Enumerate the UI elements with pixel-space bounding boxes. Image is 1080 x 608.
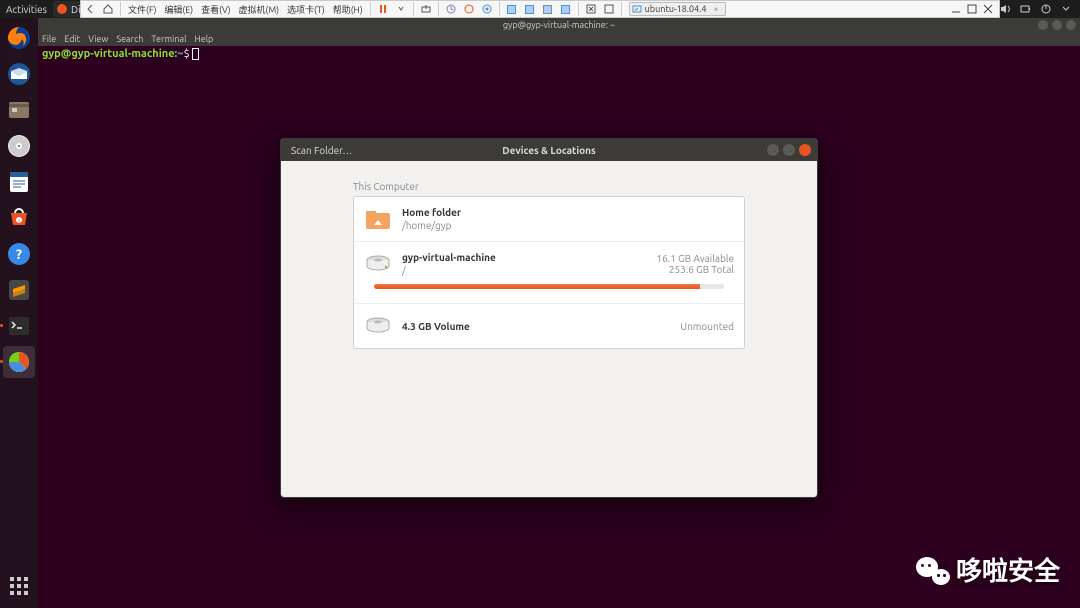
- device-row-volume[interactable]: 4.3 GB Volume Unmounted: [354, 304, 744, 348]
- vm-menu-edit[interactable]: 编辑(E): [164, 3, 193, 16]
- terminal-menu-edit[interactable]: Edit: [64, 34, 80, 44]
- device-total: 253.6 GB Total: [656, 264, 734, 275]
- scan-folder-button[interactable]: Scan Folder…: [281, 145, 352, 156]
- vm-fullscreen-icon[interactable]: [541, 2, 555, 16]
- disk-usage-icon: [57, 4, 67, 14]
- vm-max-icon[interactable]: [967, 4, 977, 14]
- vm-min-icon[interactable]: [951, 4, 961, 14]
- dock-firefox[interactable]: [3, 22, 35, 54]
- dialog-min-icon[interactable]: [767, 144, 779, 156]
- vm-stretch-icon[interactable]: [523, 2, 537, 16]
- device-path: /home/gyp: [402, 219, 734, 232]
- device-path: /: [402, 264, 656, 277]
- dock-thunderbird[interactable]: [3, 58, 35, 90]
- prompt-user: gyp@gyp-virtual-machine: [42, 48, 175, 60]
- device-name: gyp-virtual-machine: [402, 251, 656, 264]
- terminal-menubar: File Edit View Search Terminal Help: [38, 32, 1080, 46]
- volume-icon[interactable]: [1000, 3, 1012, 15]
- section-this-computer: This Computer: [353, 181, 745, 192]
- terminal-menu-terminal[interactable]: Terminal: [151, 34, 186, 44]
- dialog-title: Devices & Locations: [502, 145, 595, 156]
- watermark-text: 哆啦安全: [956, 551, 1060, 588]
- device-available: 16.1 GB Available: [656, 253, 734, 264]
- terminal-min-icon[interactable]: [1038, 20, 1048, 30]
- vm-home-icon[interactable]: [101, 2, 115, 16]
- dock-software[interactable]: A: [3, 202, 35, 234]
- dock-help[interactable]: ?: [3, 238, 35, 270]
- activities-button[interactable]: Activities: [6, 4, 47, 15]
- watermark: 哆啦安全: [916, 551, 1060, 588]
- dialog-max-icon[interactable]: [783, 144, 795, 156]
- terminal-menu-view[interactable]: View: [88, 34, 108, 44]
- vm-tab-close[interactable]: ×: [713, 4, 718, 14]
- terminal-titlebar[interactable]: gyp@gyp-virtual-machine: ~: [38, 18, 1080, 32]
- vm-tab-icon: [632, 4, 642, 14]
- dock-rhythmbox[interactable]: [3, 130, 35, 162]
- wechat-icon: [916, 555, 950, 585]
- dock-writer[interactable]: [3, 166, 35, 198]
- dock: A ?: [0, 18, 38, 608]
- svg-text:?: ?: [16, 246, 22, 262]
- device-row-root[interactable]: gyp-virtual-machine / 16.1 GB Available …: [354, 242, 744, 304]
- power-icon[interactable]: [1040, 3, 1052, 15]
- device-row-home[interactable]: Home folder /home/gyp: [354, 197, 744, 242]
- dialog-titlebar[interactable]: Scan Folder… Devices & Locations: [281, 139, 817, 161]
- device-name: 4.3 GB Volume: [402, 320, 680, 333]
- dock-disk-usage[interactable]: [3, 346, 35, 378]
- vm-menu-help[interactable]: 帮助(H): [333, 3, 363, 16]
- vm-tab[interactable]: ubuntu-18.04.4 ×: [629, 2, 726, 16]
- vm-view1-icon[interactable]: [584, 2, 598, 16]
- terminal-menu-search[interactable]: Search: [116, 34, 143, 44]
- hdd-icon: [364, 312, 392, 340]
- device-status: Unmounted: [680, 321, 734, 332]
- device-name: Home folder: [402, 206, 734, 219]
- terminal-menu-help[interactable]: Help: [194, 34, 213, 44]
- home-folder-icon: [364, 205, 392, 233]
- dialog-close-icon[interactable]: [799, 144, 811, 156]
- dock-files[interactable]: [3, 94, 35, 126]
- terminal-body[interactable]: gyp@gyp-virtual-machine:~$: [38, 46, 1080, 62]
- vm-fit-icon[interactable]: [505, 2, 519, 16]
- vm-unity-icon[interactable]: [559, 2, 573, 16]
- vm-menu-tabs[interactable]: 选项卡(T): [287, 3, 325, 16]
- terminal-menu-file[interactable]: File: [42, 34, 56, 44]
- disk-analyzer-window: Scan Folder… Devices & Locations This Co…: [280, 138, 818, 498]
- vm-menu-view[interactable]: 查看(V): [201, 3, 230, 16]
- vm-snapshot-icon[interactable]: [444, 2, 458, 16]
- vm-host-toolbar: 文件(F) 编辑(E) 查看(V) 虚拟机(M) 选项卡(T) 帮助(H) ub…: [80, 0, 1000, 18]
- vm-manage-icon[interactable]: [480, 2, 494, 16]
- vm-caret-icon[interactable]: [394, 2, 408, 16]
- terminal-title: gyp@gyp-virtual-machine: ~: [503, 20, 615, 30]
- vm-menu-vm[interactable]: 虚拟机(M): [239, 3, 280, 16]
- dock-terminal[interactable]: [3, 310, 35, 342]
- caret-down-icon[interactable]: [1060, 3, 1072, 15]
- vm-pause-icon[interactable]: [376, 2, 390, 16]
- vm-view2-icon[interactable]: [602, 2, 616, 16]
- dock-sublime[interactable]: [3, 274, 35, 306]
- terminal-close-icon[interactable]: [1066, 20, 1076, 30]
- vm-snapshot2-icon[interactable]: [462, 2, 476, 16]
- vm-back-icon[interactable]: [83, 2, 97, 16]
- hdd-icon: [364, 250, 392, 278]
- terminal-cursor: [192, 48, 199, 60]
- terminal-max-icon[interactable]: [1052, 20, 1062, 30]
- vm-menu-file[interactable]: 文件(F): [128, 3, 156, 16]
- device-list: Home folder /home/gyp gyp-virtual-machin…: [353, 196, 745, 349]
- vm-close-icon[interactable]: [983, 4, 993, 14]
- usage-bar: [374, 284, 724, 289]
- battery-icon[interactable]: [1020, 3, 1032, 15]
- vm-send-icon[interactable]: [419, 2, 433, 16]
- vm-tab-label: ubuntu-18.04.4: [645, 4, 707, 14]
- show-applications-button[interactable]: [3, 570, 35, 602]
